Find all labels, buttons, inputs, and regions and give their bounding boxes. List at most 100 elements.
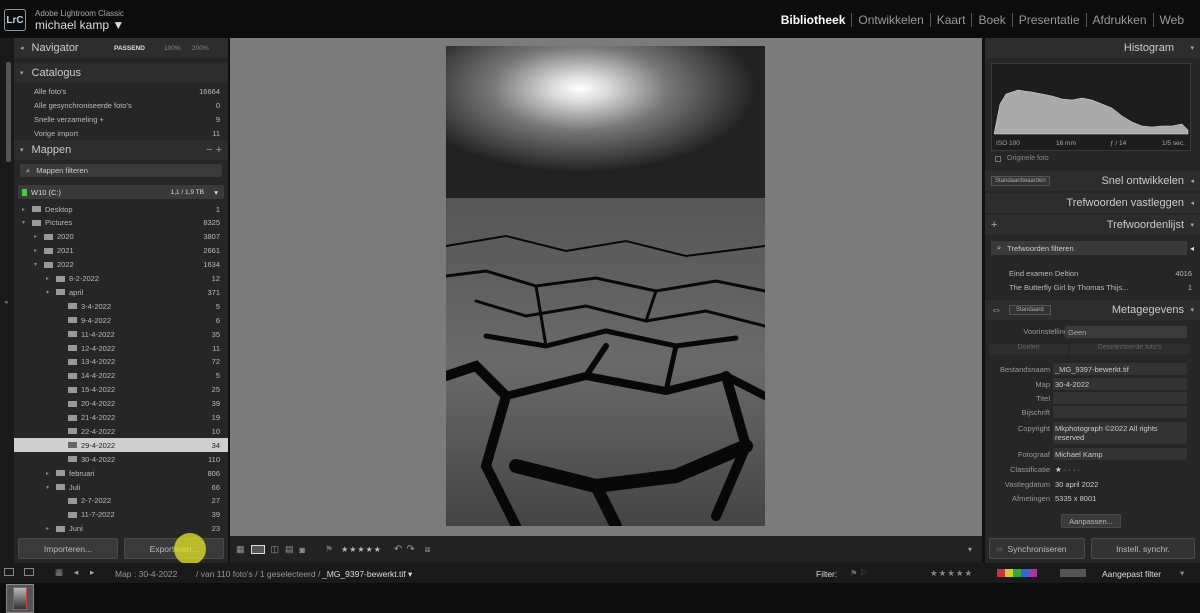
folder-item[interactable]: 12-4-2022 11 bbox=[14, 341, 228, 355]
zoom-200[interactable]: 200% bbox=[192, 45, 209, 52]
keyword-list-header[interactable]: + Trefwoordenlijst ▾ bbox=[985, 215, 1200, 235]
disclosure-triangle-icon[interactable]: ▾ bbox=[46, 484, 54, 491]
folder-item[interactable]: 3-4-2022 5 bbox=[14, 299, 228, 313]
zoom-100[interactable]: 100% bbox=[164, 45, 181, 52]
disclosure-triangle-icon[interactable]: ▸ bbox=[46, 525, 54, 532]
kind-filter[interactable] bbox=[1060, 569, 1086, 577]
folder-item[interactable]: 22-4-2022 10 bbox=[14, 424, 228, 438]
folder-item[interactable]: 9-4-2022 6 bbox=[14, 313, 228, 327]
chevron-down-icon[interactable]: ▾ bbox=[1180, 568, 1184, 579]
keyword-row[interactable]: The Butterfly Girl by Thomas Thijs... 1 bbox=[985, 280, 1200, 294]
volume-row[interactable]: W10 (C:) 1,1 / 1,9 TB ▾ bbox=[18, 185, 224, 199]
histogram[interactable]: ISO 100 16 mm ƒ / 14 1/5 sec. bbox=[991, 63, 1191, 151]
import-button[interactable]: Importeren... bbox=[18, 538, 118, 559]
customize-button[interactable]: Aanpassen... bbox=[1061, 514, 1121, 528]
disclosure-triangle-icon[interactable]: ▸ bbox=[34, 247, 42, 254]
chevron-down-icon[interactable]: ▾ bbox=[214, 188, 218, 197]
folder-item[interactable]: ▸ 8-2-2022 12 bbox=[14, 272, 228, 286]
collapse-left-icon[interactable]: ◂ bbox=[4, 298, 8, 306]
disclosure-triangle-icon[interactable]: ▾ bbox=[46, 289, 54, 296]
module-map[interactable]: Kaart bbox=[929, 13, 972, 27]
disclosure-triangle-icon[interactable]: ▸ bbox=[22, 206, 30, 213]
catalog-item[interactable]: Alle foto's 16664 bbox=[14, 84, 228, 98]
left-scrollbar[interactable] bbox=[6, 62, 11, 162]
quick-develop-header[interactable]: Standaardwaarden Snel ontwikkelen ◂ bbox=[985, 171, 1200, 191]
tab-selected-photos[interactable]: Geselecteerde foto's bbox=[1070, 344, 1189, 355]
folder-item[interactable]: ▾ 2022 1634 bbox=[14, 258, 228, 272]
screen-1-icon[interactable] bbox=[4, 568, 14, 576]
flag-icon[interactable]: ⚑ bbox=[325, 544, 333, 555]
folder-item[interactable]: 29-4-2022 34 bbox=[14, 438, 228, 453]
module-slideshow[interactable]: Presentatie bbox=[1011, 13, 1086, 27]
module-library[interactable]: Bibliotheek bbox=[775, 13, 852, 27]
add-keyword-icon[interactable]: + bbox=[991, 219, 997, 231]
folder-item[interactable]: ▸ 2020 3807 bbox=[14, 230, 228, 244]
compare-view-icon[interactable]: ◫ bbox=[271, 544, 280, 555]
loupe-view-icon[interactable] bbox=[250, 545, 265, 554]
folder-item[interactable]: ▾ Juli 66 bbox=[14, 480, 228, 494]
preset-select[interactable]: Geen bbox=[1065, 326, 1187, 338]
disclosure-triangle-icon[interactable]: ▾ bbox=[22, 219, 30, 226]
sync-metadata-button[interactable]: ▭ Synchroniseren bbox=[989, 538, 1085, 559]
metadata-field-value[interactable] bbox=[1053, 392, 1187, 404]
catalog-item[interactable]: Alle gesynchroniseerde foto's 0 bbox=[14, 98, 228, 112]
star-filter[interactable]: ★★★★★ bbox=[930, 568, 973, 579]
disclosure-triangle-icon[interactable]: ▸ bbox=[34, 233, 42, 240]
module-book[interactable]: Boek bbox=[971, 13, 1011, 27]
folder-item[interactable]: 11-4-2022 35 bbox=[14, 327, 228, 341]
folder-item[interactable]: ▾ Pictures 8325 bbox=[14, 216, 228, 230]
keywording-header[interactable]: Trefwoorden vastleggen ◂ bbox=[985, 193, 1200, 213]
metadata-field-value[interactable]: ★ · · · · bbox=[1053, 463, 1187, 475]
disclosure-triangle-icon[interactable]: ▾ bbox=[34, 261, 42, 268]
metadata-field-value[interactable]: Mkphotograph ©2022 All rights reserved bbox=[1053, 422, 1187, 444]
catalog-item[interactable]: Snelle verzameling + 9 bbox=[14, 112, 228, 126]
source-folder[interactable]: Map : 30-4-2022 bbox=[115, 569, 177, 579]
folder-item[interactable]: 14-4-2022 5 bbox=[14, 369, 228, 383]
rotate-right-icon[interactable]: ↷ bbox=[406, 544, 414, 555]
metadata-field-value[interactable]: Michael Kamp bbox=[1053, 448, 1187, 460]
screen-2-icon[interactable] bbox=[24, 568, 34, 576]
module-web[interactable]: Web bbox=[1152, 13, 1190, 27]
folder-item[interactable]: 2-7-2022 27 bbox=[14, 494, 228, 508]
zoom-fit[interactable]: PASSEND bbox=[114, 45, 145, 52]
folder-item[interactable]: ▸ 2021 2661 bbox=[14, 244, 228, 258]
folder-item[interactable]: ▸ Desktop 1 bbox=[14, 202, 228, 216]
crop-overlay-icon[interactable]: ⧈ bbox=[425, 544, 431, 555]
metadata-view-select[interactable]: Standaard bbox=[1009, 305, 1051, 315]
folder-item[interactable]: 11-7-2022 39 bbox=[14, 508, 228, 522]
forward-arrow-icon[interactable]: ▸ bbox=[90, 567, 94, 578]
metadata-field-value[interactable] bbox=[1053, 406, 1187, 418]
disclosure-triangle-icon[interactable]: ▸ bbox=[46, 470, 54, 477]
folder-item[interactable]: ▸ februari 806 bbox=[14, 466, 228, 480]
folder-item[interactable]: 21-4-2022 19 bbox=[14, 411, 228, 425]
people-view-icon[interactable]: ◙ bbox=[300, 545, 305, 555]
toolbar-menu-icon[interactable]: ▾ bbox=[968, 545, 972, 554]
module-print[interactable]: Afdrukken bbox=[1085, 13, 1153, 27]
folders-header[interactable]: ▾ Mappen − + bbox=[14, 140, 228, 160]
star-rating[interactable]: ★★★★★ bbox=[341, 545, 382, 554]
main-photo[interactable] bbox=[446, 46, 765, 526]
folder-item[interactable]: 20-4-2022 39 bbox=[14, 397, 228, 411]
metadata-field-value[interactable]: 30-4-2022 bbox=[1053, 378, 1187, 390]
quick-develop-preset[interactable]: Standaardwaarden bbox=[991, 176, 1050, 186]
module-develop[interactable]: Ontwikkelen bbox=[851, 13, 929, 27]
folder-item[interactable]: 15-4-2022 25 bbox=[14, 383, 228, 397]
add-folder-icon[interactable]: − + bbox=[206, 144, 222, 156]
metadata-field-value[interactable]: _MG_9397-bewerkt.tif bbox=[1053, 363, 1187, 375]
keyword-filter-arrow-icon[interactable]: ◂ bbox=[1190, 244, 1194, 253]
rotate-left-icon[interactable]: ↶ bbox=[394, 544, 402, 555]
disclosure-triangle-icon[interactable]: ▸ bbox=[46, 275, 54, 282]
grid-view-icon[interactable]: ▦ bbox=[236, 544, 245, 555]
catalog-item[interactable]: Vorige import 11 bbox=[14, 126, 228, 140]
metadata-field-value[interactable]: 30 april 2022 bbox=[1053, 478, 1187, 490]
keyword-row[interactable]: Eind examen Deltion 4016 bbox=[985, 266, 1200, 280]
sync-settings-button[interactable]: Instell. synchr. bbox=[1091, 538, 1195, 559]
histogram-header[interactable]: Histogram ▾ bbox=[985, 38, 1200, 58]
filter-preset-select[interactable]: Aangepast filter bbox=[1102, 569, 1161, 579]
flag-filter-icon[interactable]: ⚑ ⚐ bbox=[850, 568, 868, 579]
original-photo-toggle[interactable]: Originele foto bbox=[995, 155, 1049, 162]
back-arrow-icon[interactable]: ◂ bbox=[74, 567, 78, 578]
user-name[interactable]: michael kamp ▼ bbox=[35, 18, 124, 32]
metadata-header[interactable]: ⇔ Standaard Metagegevens ▾ bbox=[985, 300, 1200, 320]
grid-view-icon[interactable]: ▦ bbox=[55, 567, 63, 578]
